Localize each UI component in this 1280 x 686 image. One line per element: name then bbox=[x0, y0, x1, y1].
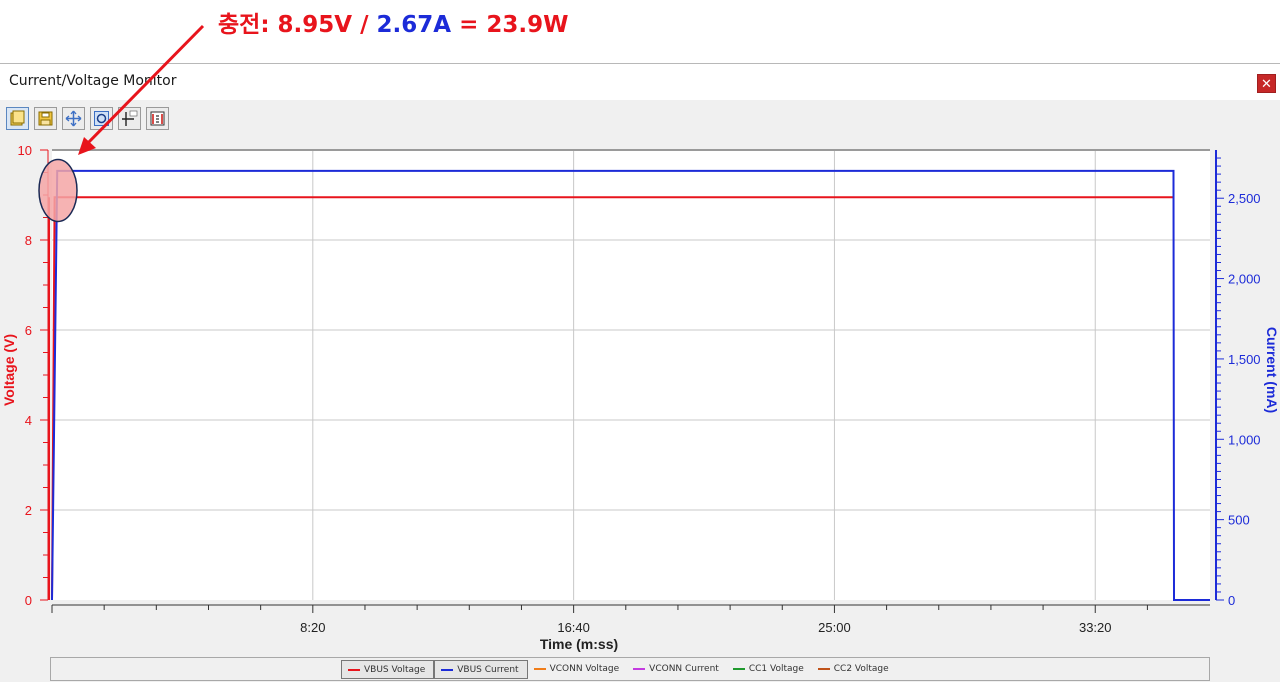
left-axis-tick-label: 10 bbox=[18, 143, 32, 158]
x-axis-tick-label: 25:00 bbox=[818, 620, 851, 635]
left-axis-tick-label: 2 bbox=[25, 503, 32, 518]
left-axis-title: Voltage (V) bbox=[1, 334, 17, 406]
x-axis-tick-label: 8:20 bbox=[300, 620, 325, 635]
left-axis-tick-label: 0 bbox=[25, 593, 32, 608]
annotation-arrow-line bbox=[82, 24, 205, 149]
x-axis-tick-label: 33:20 bbox=[1079, 620, 1112, 635]
current-voltage-chart[interactable]: 0 2 4 6 8 10 Voltage (V) 0 500 1,000 1,500 2,000 2,5… bbox=[0, 0, 1280, 681]
right-axis-tick-label: 2,500 bbox=[1228, 191, 1261, 206]
right-axis-tick-label: 1,000 bbox=[1228, 432, 1261, 447]
x-axis-title: Time (m:ss) bbox=[540, 636, 618, 652]
right-axis-title: Current (mA) bbox=[1264, 327, 1280, 413]
left-axis-tick-label: 4 bbox=[25, 413, 32, 428]
x-axis-tick-label: 16:40 bbox=[557, 620, 590, 635]
right-axis-tick-label: 2,000 bbox=[1228, 272, 1261, 287]
right-axis-tick-label: 500 bbox=[1228, 513, 1250, 528]
right-axis-tick-label: 0 bbox=[1228, 593, 1235, 608]
left-axis-tick-label: 6 bbox=[25, 323, 32, 338]
left-axis-tick-label: 8 bbox=[25, 233, 32, 248]
chart-area: 0 2 4 6 8 10 Voltage (V) 0 500 1,000 1,500 2,000 2,5… bbox=[0, 0, 1280, 681]
right-axis-tick-label: 1,500 bbox=[1228, 352, 1261, 367]
highlight-ellipse bbox=[38, 158, 78, 223]
plot-background bbox=[52, 150, 1210, 600]
